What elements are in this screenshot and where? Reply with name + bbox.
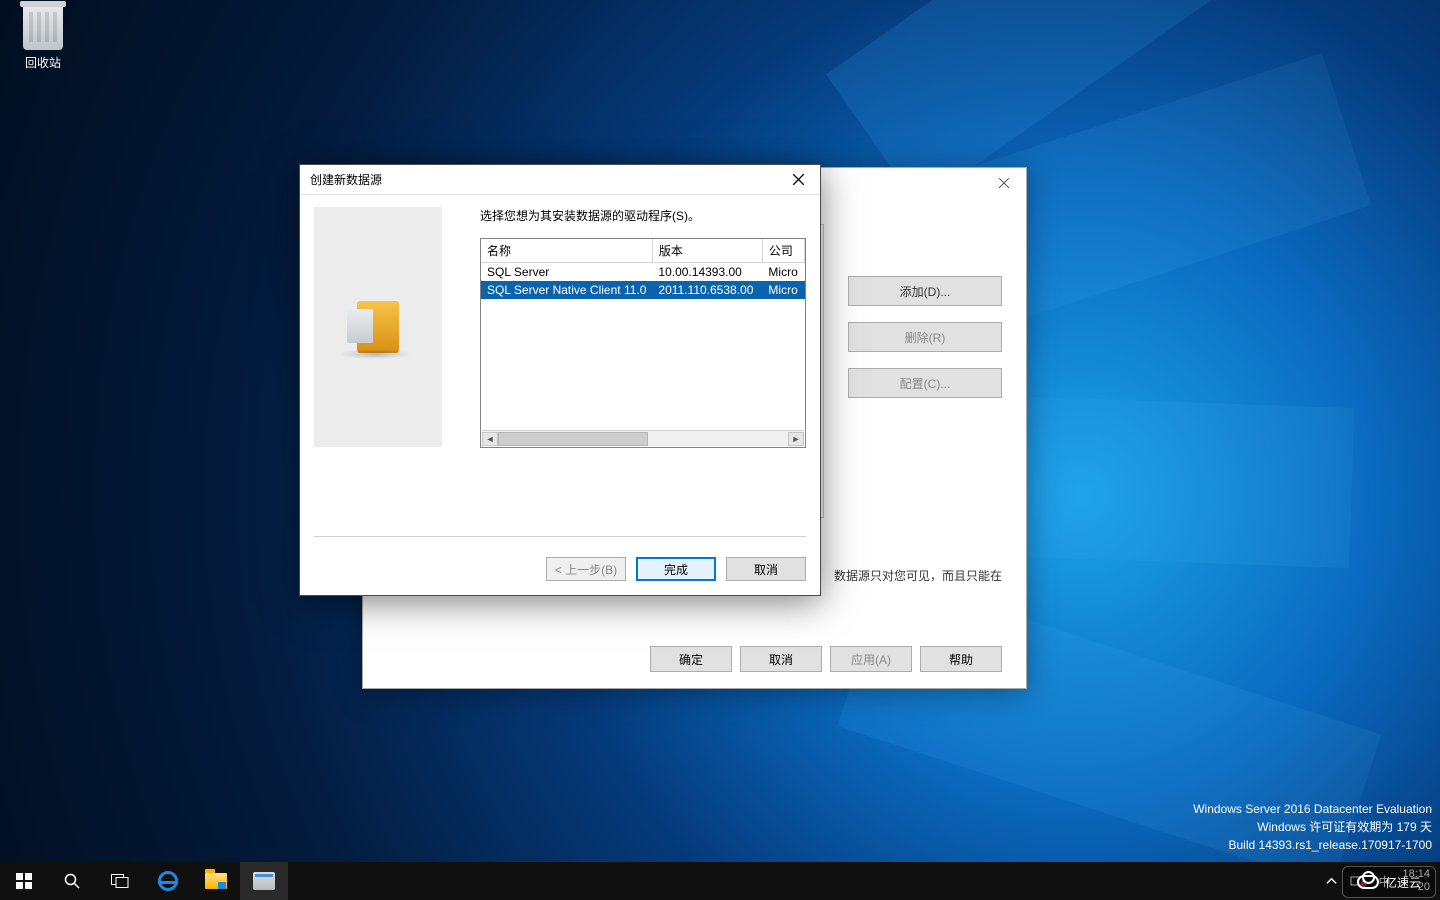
scroll-right-icon[interactable]: ► bbox=[788, 432, 804, 446]
database-icon bbox=[357, 301, 399, 353]
chevron-up-icon[interactable] bbox=[1325, 875, 1338, 888]
search-button[interactable] bbox=[48, 862, 96, 900]
delete-button: 删除(R) bbox=[848, 322, 1002, 352]
separator bbox=[314, 536, 806, 537]
col-company[interactable]: 公司 bbox=[762, 239, 804, 263]
wizard-close-button[interactable] bbox=[776, 165, 820, 194]
desktop-watermark: Windows Server 2016 Datacenter Evaluatio… bbox=[1193, 800, 1432, 854]
cloud-icon bbox=[1357, 875, 1379, 889]
wizard-title: 创建新数据源 bbox=[310, 171, 776, 188]
driver-row[interactable]: SQL Server 10.00.14393.00 Micro bbox=[481, 263, 805, 282]
recycle-bin[interactable]: 回收站 bbox=[10, 6, 76, 71]
ie-icon bbox=[158, 871, 178, 891]
provider-badge-text: 亿速云 bbox=[1385, 874, 1421, 891]
odbc-icon bbox=[253, 872, 275, 890]
bg-close-button[interactable] bbox=[982, 168, 1026, 198]
ie-button[interactable] bbox=[144, 862, 192, 900]
bg-hint-text: 数据源只对您可见，而且只能在 bbox=[834, 567, 1002, 584]
taskview-icon bbox=[111, 874, 129, 888]
driver-list[interactable]: 名称 版本 公司 SQL Server 10.00.14393.00 Micro… bbox=[480, 238, 806, 448]
wizard-titlebar[interactable]: 创建新数据源 bbox=[300, 165, 820, 195]
create-datasource-wizard: 创建新数据源 选择您想为其安装数据源的驱动程序(S)。 名称 版本 公司 bbox=[299, 164, 821, 596]
back-button: < 上一步(B) bbox=[546, 557, 626, 581]
odbc-taskbar-button[interactable] bbox=[240, 862, 288, 900]
wizard-art bbox=[314, 207, 442, 447]
close-icon bbox=[999, 178, 1009, 188]
col-name[interactable]: 名称 bbox=[481, 239, 652, 263]
start-button[interactable] bbox=[0, 862, 48, 900]
wizard-cancel-button[interactable]: 取消 bbox=[726, 557, 806, 581]
configure-button: 配置(C)... bbox=[848, 368, 1002, 398]
recycle-bin-icon bbox=[23, 6, 63, 50]
help-button[interactable]: 帮助 bbox=[920, 646, 1002, 672]
file-explorer-button[interactable] bbox=[192, 862, 240, 900]
scroll-left-icon[interactable]: ◄ bbox=[482, 432, 498, 446]
scroll-thumb[interactable] bbox=[498, 432, 648, 446]
driver-row-selected[interactable]: SQL Server Native Client 11.0 2011.110.6… bbox=[481, 281, 805, 299]
recycle-bin-label: 回收站 bbox=[10, 54, 76, 71]
horizontal-scrollbar[interactable]: ◄ ► bbox=[482, 430, 804, 446]
ok-button[interactable]: 确定 bbox=[650, 646, 732, 672]
provider-badge: 亿速云 bbox=[1342, 866, 1436, 898]
folder-icon bbox=[205, 873, 227, 889]
add-button[interactable]: 添加(D)... bbox=[848, 276, 1002, 306]
task-view-button[interactable] bbox=[96, 862, 144, 900]
close-icon bbox=[793, 174, 804, 185]
windows-icon bbox=[16, 873, 32, 889]
wizard-instruction: 选择您想为其安装数据源的驱动程序(S)。 bbox=[480, 207, 806, 224]
apply-button: 应用(A) bbox=[830, 646, 912, 672]
finish-button[interactable]: 完成 bbox=[636, 557, 716, 581]
col-version[interactable]: 版本 bbox=[652, 239, 762, 263]
cancel-button[interactable]: 取消 bbox=[740, 646, 822, 672]
taskbar: 中 18:14 20 bbox=[0, 862, 1440, 900]
search-icon bbox=[64, 873, 80, 889]
